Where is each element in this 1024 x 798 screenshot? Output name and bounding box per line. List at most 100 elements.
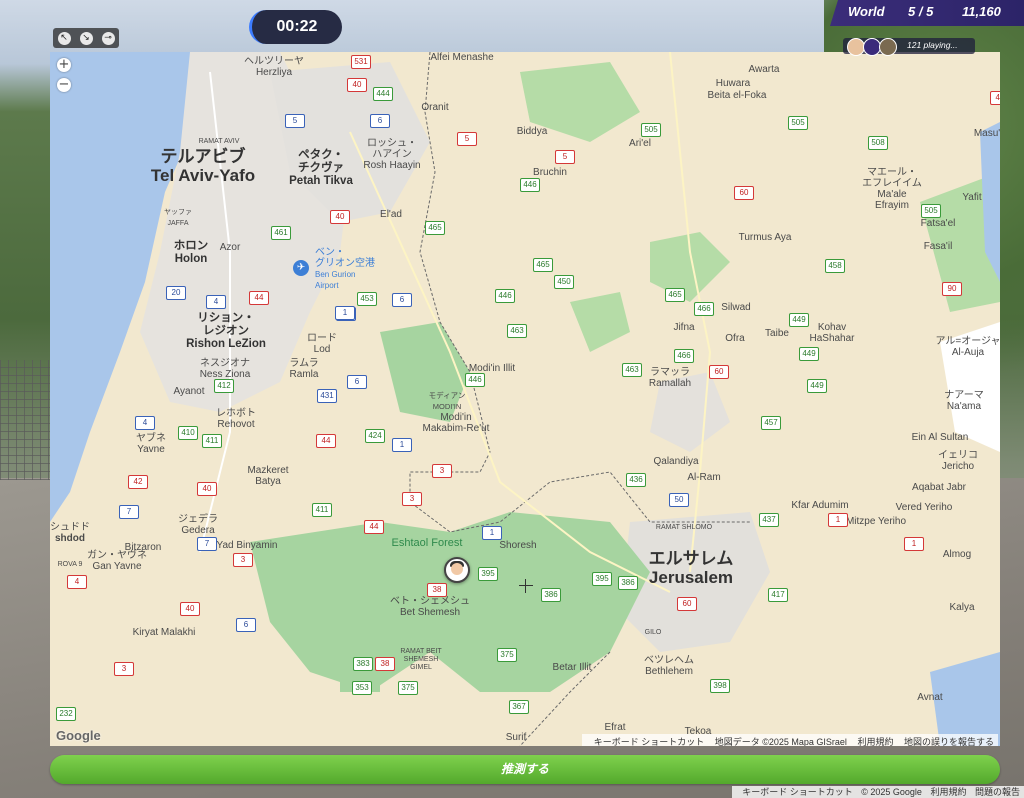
- place-label: Modi'in Makabim-Re'ut: [422, 412, 490, 434]
- place-label: ネスジオナ Ness Ziona: [199, 358, 251, 380]
- route-shield: 44: [364, 520, 384, 534]
- place-label: マエール・ エフレイイム Ma'ale Efrayim: [862, 167, 922, 211]
- place-label: アル=オージャ Al-Auja: [935, 336, 1000, 358]
- route-shield: 1: [828, 513, 848, 527]
- route-shield: 466: [694, 302, 714, 316]
- place-label: Azor: [219, 242, 241, 253]
- route-shield: 50: [669, 493, 689, 507]
- place-label: ロード Lod: [307, 333, 337, 355]
- keyboard-shortcuts-link[interactable]: キーボード ショートカット: [594, 737, 705, 746]
- route-shield: 505: [788, 116, 808, 130]
- place-label: El'ad: [380, 209, 402, 220]
- route-shield: 449: [789, 313, 809, 327]
- place-label: ジェデラ Gedera: [178, 514, 218, 536]
- zoom-out-button[interactable]: −: [57, 78, 71, 92]
- place-label: Ayanot: [173, 386, 205, 397]
- route-shield: 6: [370, 114, 390, 128]
- route-shield: 44: [249, 291, 269, 305]
- route-shield: 395: [592, 572, 612, 586]
- place-label: Awarta: [748, 64, 780, 75]
- zoom-in-button[interactable]: +: [57, 58, 71, 72]
- route-shield: 3: [114, 662, 134, 676]
- route-shield: 4: [135, 416, 155, 430]
- avatar: [879, 38, 897, 56]
- route-shield: 505: [641, 123, 661, 137]
- google-logo: Google: [56, 728, 101, 743]
- place-label: ラマッラ Ramallah: [648, 367, 692, 389]
- route-shield: 395: [478, 567, 498, 581]
- guess-map[interactable]: + − ヘルツリーヤ Herzliya Alfei Menashe Awarta …: [50, 52, 1000, 746]
- place-label: Bruchin: [533, 167, 567, 178]
- route-shield: 383: [353, 657, 373, 671]
- route-shield: 449: [807, 379, 827, 393]
- route-shield: 437: [759, 513, 779, 527]
- route-shield: 465: [425, 221, 445, 235]
- route-shield: 505: [921, 204, 941, 218]
- place-label: GILO: [644, 629, 662, 636]
- guess-button[interactable]: 推測する: [50, 755, 1000, 784]
- terms-link[interactable]: 利用規約: [857, 737, 893, 746]
- arrow-icon[interactable]: ↘: [79, 31, 93, 45]
- route-shield: 1: [392, 438, 412, 452]
- route-shield: 3: [402, 492, 422, 506]
- map-data-text: 地図データ ©2025 Mapa GISrael: [714, 737, 847, 746]
- place-label: Huwara: [715, 78, 751, 89]
- route-shield: 38: [427, 583, 447, 597]
- route-shield: 367: [509, 700, 529, 714]
- report-error-link[interactable]: 地図の誤りを報告する: [904, 737, 994, 746]
- route-shield: 412: [214, 379, 234, 393]
- round-timer: 00:22: [249, 10, 342, 44]
- route-shield: 40: [347, 78, 367, 92]
- route-shield: 411: [202, 434, 222, 448]
- keyboard-shortcuts-link[interactable]: キーボード ショートカット: [742, 787, 853, 797]
- street-view-attribution: キーボード ショートカット © 2025 Google 利用規約 問題の報告: [732, 786, 1024, 798]
- place-label: Efrat: [604, 722, 626, 733]
- place-label: ROVA 9: [57, 561, 83, 568]
- pointer-icon[interactable]: ↖: [57, 31, 71, 45]
- route-shield: 410: [178, 426, 198, 440]
- round-counter: 5 / 5: [908, 4, 934, 19]
- report-problem-link[interactable]: 問題の報告: [975, 787, 1020, 797]
- place-label: RAMAT SHLOMO: [655, 524, 713, 531]
- street-view-fence: [0, 360, 50, 480]
- forest-label: Eshtaol Forest: [391, 537, 463, 549]
- route-shield: 1: [335, 306, 355, 320]
- place-label: Mitzpe Yeriho: [845, 516, 907, 527]
- place-label: Turmus Aya: [738, 232, 792, 243]
- city-label-rishon: リション・ レジオン Rishon LeZion: [186, 312, 266, 350]
- place-label: ラムラ Ramla: [289, 358, 319, 380]
- route-shield: 3: [233, 553, 253, 567]
- airport-icon: ✈: [293, 260, 309, 276]
- route-shield: 449: [799, 347, 819, 361]
- route-shield: 6: [236, 618, 256, 632]
- place-label: Alfei Menashe: [430, 52, 494, 63]
- city-label-jerusalem: エルサレム Jerusalem: [648, 549, 734, 587]
- route-shield: 4: [67, 575, 87, 589]
- route-shield: 375: [497, 648, 517, 662]
- route-shield: 5: [285, 114, 305, 128]
- route-shield: 353: [352, 681, 372, 695]
- place-label: Fasa'il: [923, 241, 953, 252]
- players-panel[interactable]: 121 playing...: [843, 38, 975, 56]
- pin-icon[interactable]: ⊸: [101, 31, 115, 45]
- place-label: RAMAT BEIT SHEMESH GIMEL: [400, 648, 442, 671]
- place-label: Al-Ram: [687, 472, 721, 483]
- place-label: Jifna: [673, 322, 695, 333]
- player-location-pin[interactable]: [444, 557, 470, 583]
- place-label: Kfar Adumim: [791, 500, 849, 511]
- scoreboard: World 5 / 5 11,160: [830, 0, 1024, 26]
- route-shield: 7: [197, 537, 217, 551]
- place-label: Yafit: [962, 192, 982, 203]
- city-label-tel-aviv: テルアビブ Tel Aviv-Yafo: [150, 147, 256, 185]
- route-shield: 398: [710, 679, 730, 693]
- route-shield: 424: [365, 429, 385, 443]
- copyright-text: © 2025 Google: [861, 787, 922, 797]
- route-shield: 232: [56, 707, 76, 721]
- route-shield: 461: [271, 226, 291, 240]
- place-label: Ein Al Sultan: [911, 432, 969, 443]
- route-shield: 465: [665, 288, 685, 302]
- route-shield: 436: [626, 473, 646, 487]
- route-shield: 446: [520, 178, 540, 192]
- terms-link[interactable]: 利用規約: [930, 787, 966, 797]
- place-label: レホボト Rehovot: [216, 408, 256, 430]
